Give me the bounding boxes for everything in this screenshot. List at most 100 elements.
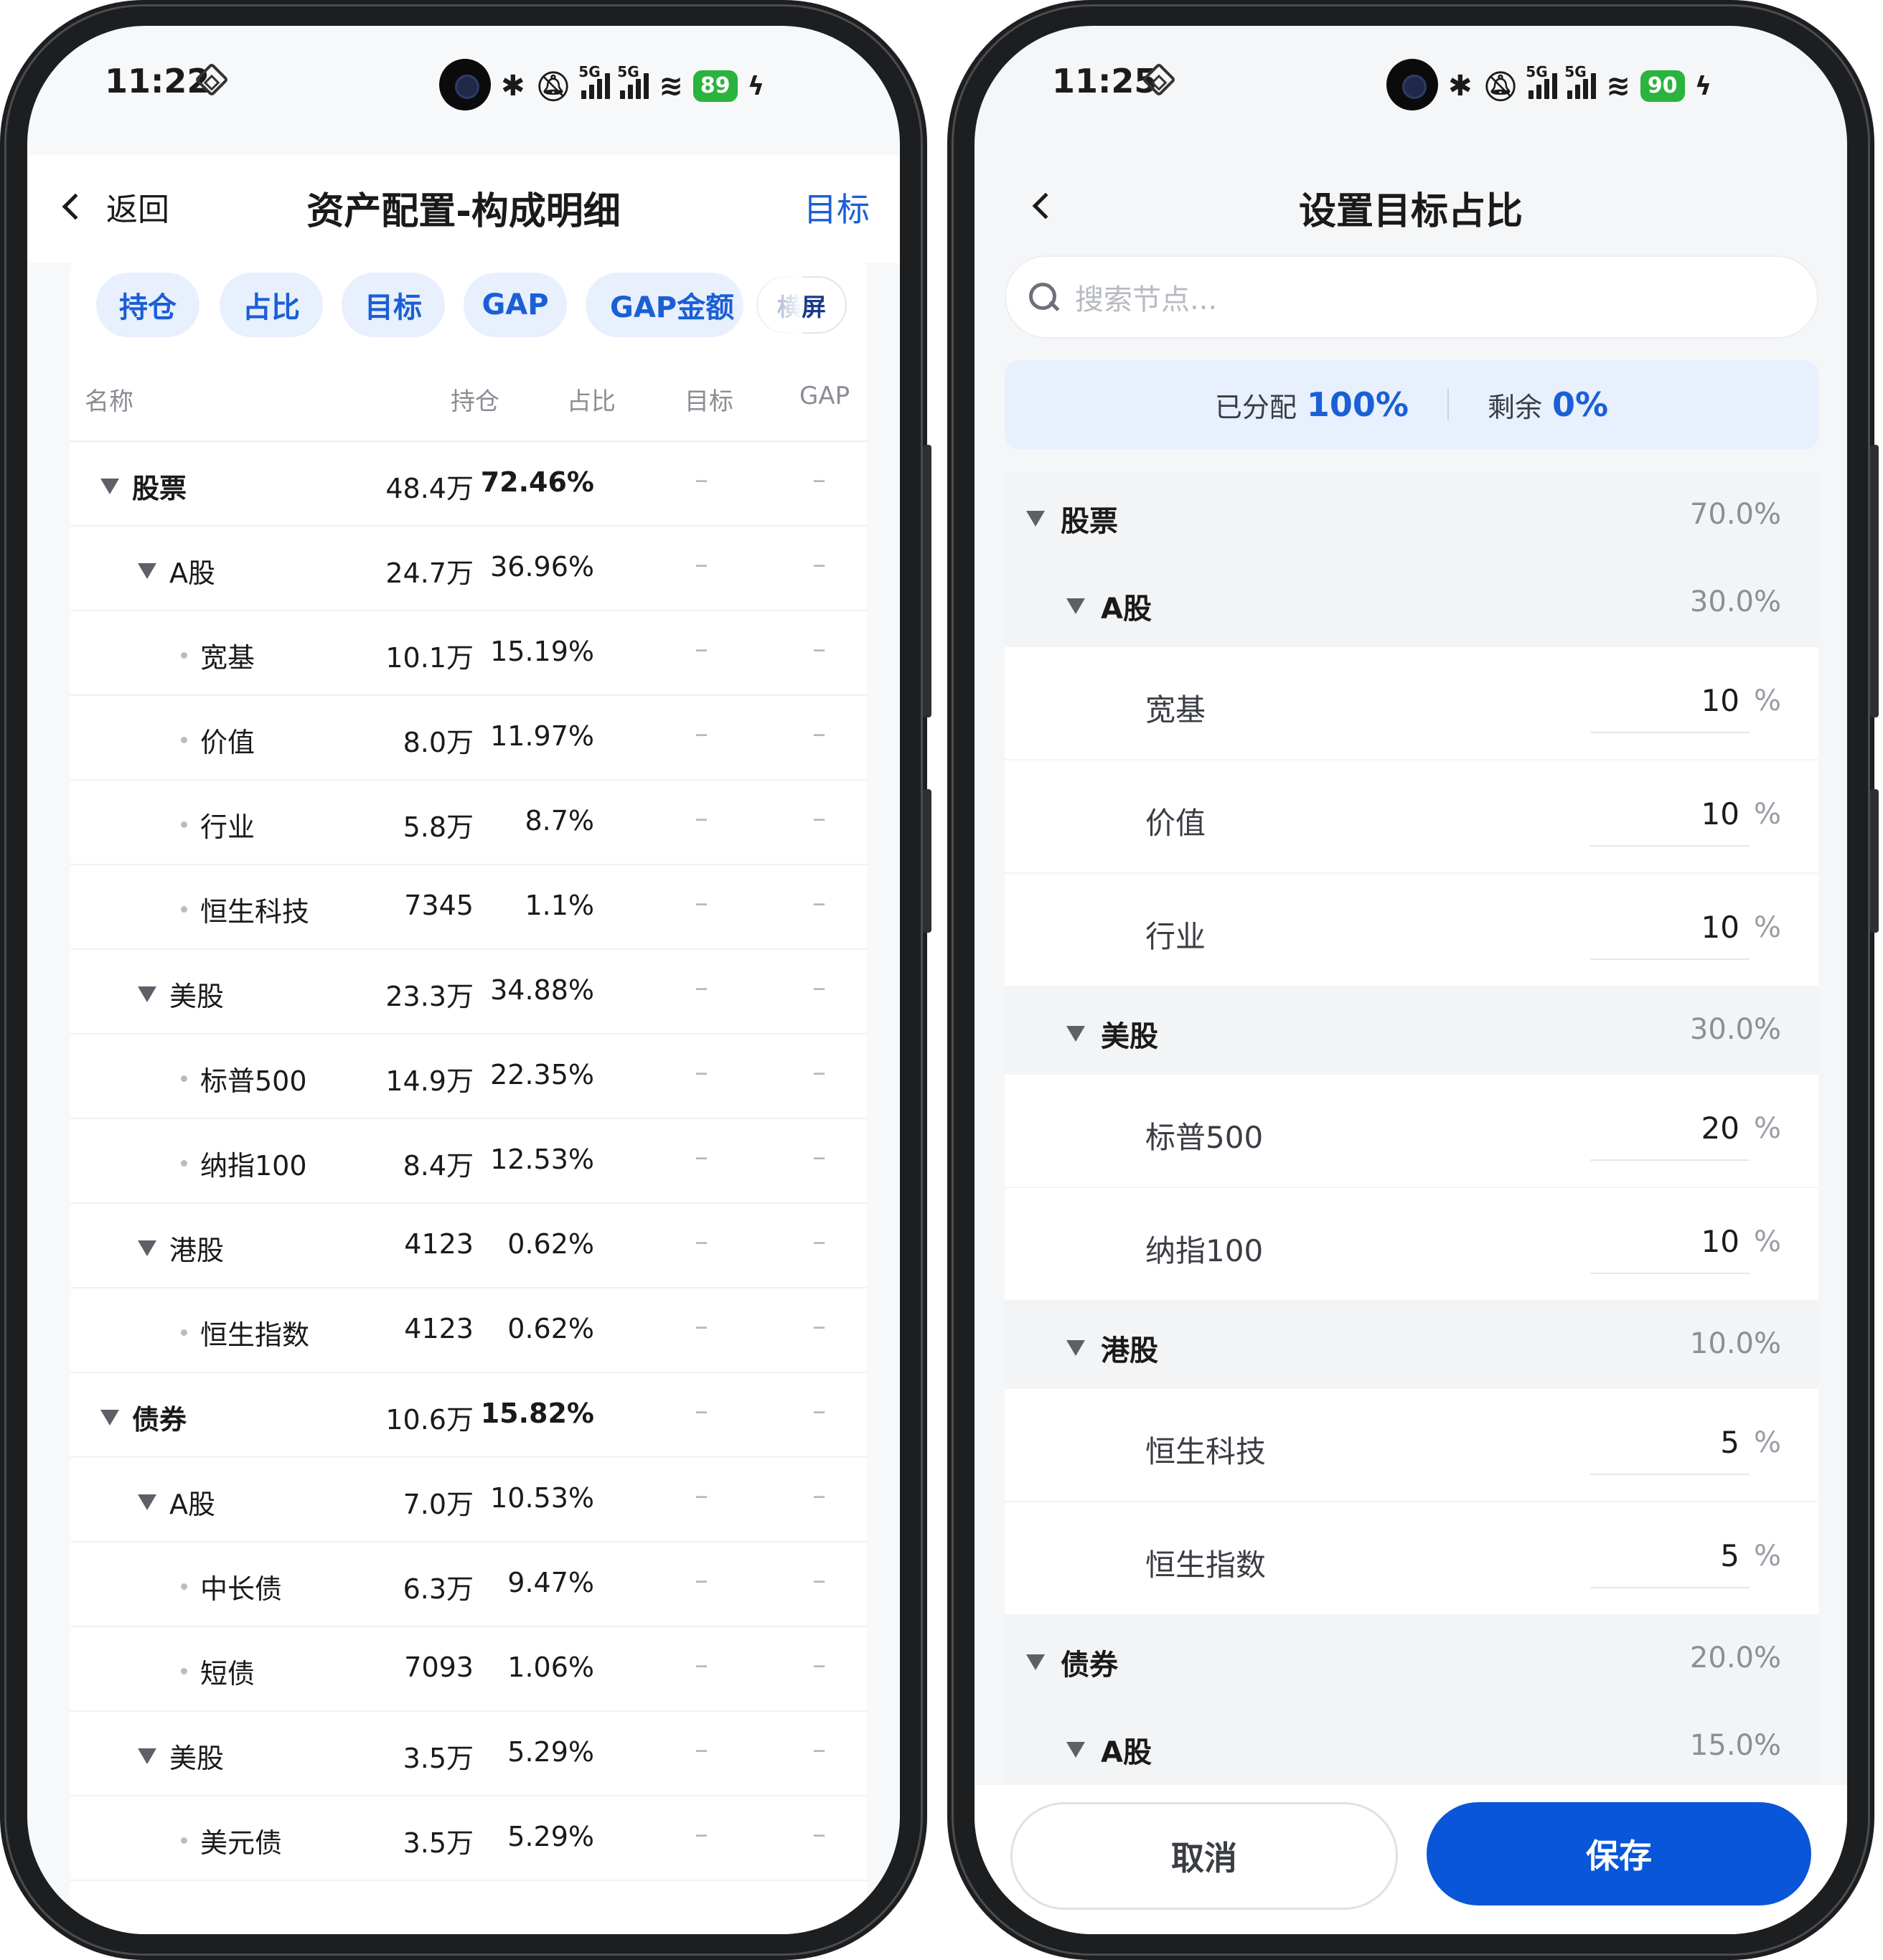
target-input[interactable]: 5 <box>1590 1425 1750 1475</box>
collapse-triangle-icon[interactable] <box>1026 1654 1045 1670</box>
group-row[interactable]: A股 15.0% <box>1005 1703 1818 1791</box>
percent-unit: % <box>1753 1426 1781 1459</box>
search-input[interactable]: 搜索节点... <box>1005 255 1818 339</box>
table-row[interactable]: 恒生科技 7345 1.1% – – <box>70 865 867 950</box>
percent-unit: % <box>1753 1112 1781 1145</box>
target-input[interactable]: 10 <box>1590 796 1750 847</box>
row-target: – <box>695 717 708 749</box>
status-bar: 11:22 ✱ 🔕︎ 5G 5G ≋ 89 ϟ <box>27 26 900 155</box>
table-row[interactable]: 价值 8.0万 11.97% – – <box>70 696 867 781</box>
clock: 11:25 <box>1052 62 1157 100</box>
collapse-triangle-icon[interactable] <box>100 478 119 494</box>
group-row[interactable]: 美股 30.0% <box>1005 987 1818 1075</box>
group-row[interactable]: 债券 20.0% <box>1005 1616 1818 1703</box>
row-gap: – <box>812 1564 826 1596</box>
nav-bar: 设置目标占比 <box>975 155 1847 255</box>
nav-bar: 返回 资产配置-构成明细 目标 <box>27 155 900 263</box>
row-ratio: 10.53% <box>490 1482 594 1514</box>
table-row[interactable]: 美股 23.3万 34.88% – – <box>70 950 867 1035</box>
table-row[interactable]: 行业 5.8万 8.7% – – <box>70 781 867 865</box>
bullet-dot <box>181 737 187 743</box>
row-gap: – <box>812 1818 826 1850</box>
table-row[interactable]: A股 24.7万 36.96% – – <box>70 527 867 611</box>
group-row[interactable]: 港股 10.0% <box>1005 1301 1818 1389</box>
row-holding: 3.5万 <box>403 1827 474 1859</box>
save-button[interactable]: 保存 <box>1427 1802 1811 1905</box>
table-row[interactable]: 美股 3.5万 5.29% – – <box>70 1712 867 1796</box>
col-holding: 持仓 <box>451 387 499 416</box>
row-name: 短债 <box>200 1658 255 1690</box>
table-row[interactable]: 纳指100 8.4万 12.53% – – <box>70 1119 867 1204</box>
collapse-triangle-icon[interactable] <box>1026 511 1045 527</box>
chip-gap[interactable]: GAP <box>464 273 567 337</box>
chip-ratio[interactable]: 占比 <box>220 273 323 337</box>
group-value: 30.0% <box>1689 1013 1781 1046</box>
side-button <box>1870 789 1879 933</box>
row-gap: – <box>812 1056 826 1088</box>
table-row[interactable]: 短债 7093 1.06% – – <box>70 1627 867 1712</box>
table-row[interactable]: 港股 4123 0.62% – – <box>70 1204 867 1288</box>
allocated-value: 100% <box>1306 385 1409 424</box>
row-target: – <box>695 887 708 918</box>
row-holding: 8.4万 <box>403 1150 474 1182</box>
row-gap: – <box>812 633 826 664</box>
group-row[interactable]: A股 30.0% <box>1005 560 1818 647</box>
collapse-triangle-icon[interactable] <box>1066 1340 1085 1356</box>
status-bar: 11:25 ✱ 🔕︎ 5G 5G ≋ 90 ϟ <box>975 26 1847 155</box>
cancel-button[interactable]: 取消 <box>1010 1802 1398 1910</box>
row-target: – <box>695 463 708 495</box>
group-row[interactable]: 股票 70.0% <box>1005 472 1818 560</box>
row-name: 美股 <box>169 981 225 1012</box>
table-row[interactable]: A股 7.0万 10.53% – – <box>70 1458 867 1542</box>
wifi-icon: ≋ <box>1606 70 1630 103</box>
collapse-triangle-icon[interactable] <box>138 1494 156 1510</box>
target-input[interactable]: 5 <box>1590 1538 1750 1588</box>
row-ratio: 5.29% <box>507 1821 594 1852</box>
row-name: A股 <box>169 557 215 589</box>
target-input[interactable]: 20 <box>1590 1111 1750 1161</box>
chip-gap-amount[interactable]: GAP金额 <box>586 273 743 337</box>
collapse-triangle-icon[interactable] <box>100 1409 119 1426</box>
target-input[interactable]: 10 <box>1590 683 1750 733</box>
chips-fade <box>731 271 802 337</box>
row-target: – <box>695 1395 708 1426</box>
bluetooth-icon: ✱ <box>1448 70 1473 103</box>
table-row[interactable]: 债券 10.6万 15.82% – – <box>70 1373 867 1458</box>
table-row[interactable]: 恒生指数 4123 0.62% – – <box>70 1288 867 1373</box>
row-gap: – <box>812 971 826 1003</box>
screen-left: 11:22 ✱ 🔕︎ 5G 5G ≋ 89 ϟ 返回 资产配置-构成明细 目标 <box>27 26 900 1934</box>
percent-unit: % <box>1753 1225 1781 1258</box>
row-holding: 24.7万 <box>385 557 474 589</box>
allocation-summary: 已分配 100% 剩余 0% <box>1005 360 1818 449</box>
collapse-triangle-icon[interactable] <box>138 1240 156 1256</box>
group-name: 股票 <box>1061 505 1118 538</box>
target-input[interactable]: 10 <box>1590 1224 1750 1274</box>
target-input[interactable]: 10 <box>1590 910 1750 960</box>
row-name: 股票 <box>132 473 187 504</box>
collapse-triangle-icon[interactable] <box>138 562 156 579</box>
table-row[interactable]: 宽基 10.1万 15.19% – – <box>70 611 867 696</box>
collapse-triangle-icon[interactable] <box>1066 1026 1085 1042</box>
row-gap: – <box>812 1479 826 1511</box>
chip-holding[interactable]: 持仓 <box>96 273 199 337</box>
row-target: – <box>695 1733 708 1765</box>
table-row[interactable]: 股票 48.4万 72.46% – – <box>70 442 867 527</box>
target-link[interactable]: 目标 <box>804 184 870 231</box>
row-gap: – <box>812 717 826 749</box>
row-holding: 7093 <box>404 1652 474 1683</box>
percent-unit: % <box>1753 684 1781 717</box>
bullet-dot <box>181 906 187 913</box>
table-row[interactable]: 美元债 3.5万 5.29% – – <box>70 1796 867 1881</box>
status-icons: ✱ 🔕︎ 5G 5G ≋ 90 ϟ <box>1448 57 1711 115</box>
collapse-triangle-icon[interactable] <box>1066 598 1085 614</box>
table-row[interactable]: 中长债 6.3万 9.47% – – <box>70 1542 867 1627</box>
table-row[interactable]: 标普500 14.9万 22.35% – – <box>70 1035 867 1119</box>
collapse-triangle-icon[interactable] <box>1066 1742 1085 1758</box>
collapse-triangle-icon[interactable] <box>138 986 156 1002</box>
row-holding: 4123 <box>404 1228 474 1260</box>
collapse-triangle-icon[interactable] <box>138 1748 156 1764</box>
detail-table-card: 持仓 占比 目标 GAP GAP金额 横屏 名称 持仓 占比 目标 GAP 股票… <box>70 255 867 1934</box>
group-name: 美股 <box>1101 1020 1158 1053</box>
chip-target[interactable]: 目标 <box>342 273 445 337</box>
col-target: 目标 <box>685 387 733 416</box>
